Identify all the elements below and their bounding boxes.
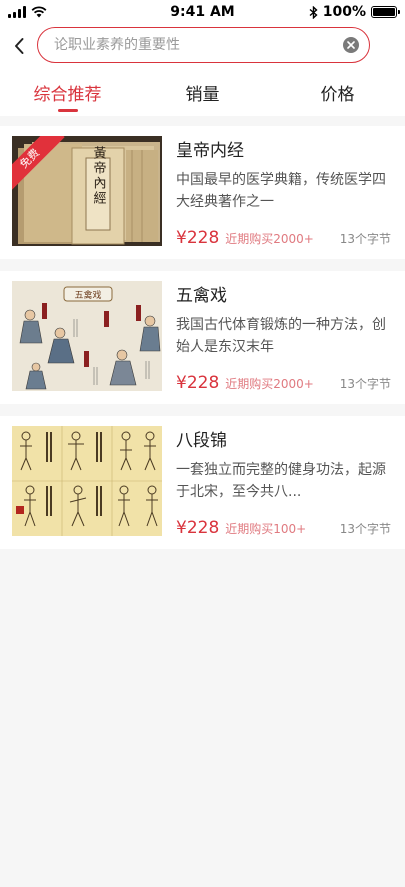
- section-count: 13个字节: [339, 522, 391, 536]
- wifi-icon: [31, 6, 47, 18]
- course-description: 中国最早的医学典籍，传统医学四大经典著作之一: [176, 172, 386, 210]
- list-item[interactable]: 黃帝內經 免费 皇帝内经 中国最早的医学典籍，传统医学四大经典著作之一 ¥228…: [0, 126, 405, 259]
- back-button[interactable]: [0, 24, 34, 68]
- recent-purchases: 近期购买100+: [225, 522, 307, 536]
- tab-label: 价格: [320, 84, 355, 105]
- status-left: [8, 6, 47, 18]
- list-item[interactable]: 八段锦 一套独立而完整的健身功法，起源于北宋，至今共八... ¥228 近期购买…: [0, 416, 405, 549]
- course-price: ¥228: [176, 373, 220, 393]
- course-price: ¥228: [176, 518, 220, 538]
- course-cover-image: [12, 426, 162, 536]
- bluetooth-icon: [309, 5, 318, 19]
- course-cover-image: 五禽戏: [12, 281, 162, 391]
- tab-recommended[interactable]: 综合推荐: [0, 68, 135, 116]
- battery-icon: [371, 6, 400, 18]
- course-info: 皇帝内经 中国最早的医学典籍，传统医学四大经典著作之一 ¥228 近期购买200…: [176, 136, 391, 248]
- course-title: 八段锦: [176, 431, 227, 451]
- status-bar: 9:41 AM 100%: [0, 0, 405, 24]
- battery-percent: 100%: [322, 4, 366, 20]
- course-meta: ¥228 近期购买2000+ 13个字节: [176, 373, 391, 393]
- section-count: 13个字节: [339, 377, 391, 391]
- cover-title-text: 黃帝內經: [91, 146, 107, 206]
- tab-price[interactable]: 价格: [270, 68, 405, 116]
- course-info: 八段锦 一套独立而完整的健身功法，起源于北宋，至今共八... ¥228 近期购买…: [176, 426, 391, 538]
- list-item[interactable]: 五禽戏 五禽戏 我国古代体育锻炼的一种方法，创始人是东汉末年 ¥228 近期购买…: [0, 271, 405, 404]
- recent-purchases: 近期购买2000+: [225, 377, 314, 391]
- tab-label: 销量: [185, 84, 220, 105]
- clear-search-button[interactable]: [343, 37, 359, 53]
- course-meta: ¥228 近期购买2000+ 13个字节: [176, 228, 391, 248]
- search-header: [0, 24, 405, 68]
- active-tab-indicator: [57, 109, 78, 112]
- tab-sales[interactable]: 销量: [135, 68, 270, 116]
- course-price: ¥228: [176, 228, 220, 248]
- section-count: 13个字节: [339, 232, 391, 246]
- course-description: 一套独立而完整的健身功法，起源于北宋，至今共八...: [176, 462, 386, 500]
- sort-tabs: 综合推荐 销量 价格: [0, 68, 405, 116]
- course-list: 黃帝內經 免费 皇帝内经 中国最早的医学典籍，传统医学四大经典著作之一 ¥228…: [0, 126, 405, 561]
- course-cover-image: 黃帝內經 免费: [12, 136, 162, 246]
- signal-icon: [8, 6, 26, 18]
- recent-purchases: 近期购买2000+: [225, 232, 314, 246]
- search-box: [37, 27, 370, 63]
- course-title: 皇帝内经: [176, 141, 244, 161]
- tab-label: 综合推荐: [33, 84, 102, 105]
- search-input[interactable]: [54, 37, 343, 53]
- chevron-left-icon: [15, 38, 24, 54]
- status-right: 100%: [309, 4, 400, 20]
- cover-title-text: 五禽戏: [74, 289, 101, 301]
- course-title: 五禽戏: [176, 286, 227, 306]
- course-meta: ¥228 近期购买100+ 13个字节: [176, 518, 391, 538]
- course-description: 我国古代体育锻炼的一种方法，创始人是东汉末年: [176, 317, 386, 355]
- course-info: 五禽戏 我国古代体育锻炼的一种方法，创始人是东汉末年 ¥228 近期购买2000…: [176, 281, 391, 393]
- close-icon: [347, 41, 355, 49]
